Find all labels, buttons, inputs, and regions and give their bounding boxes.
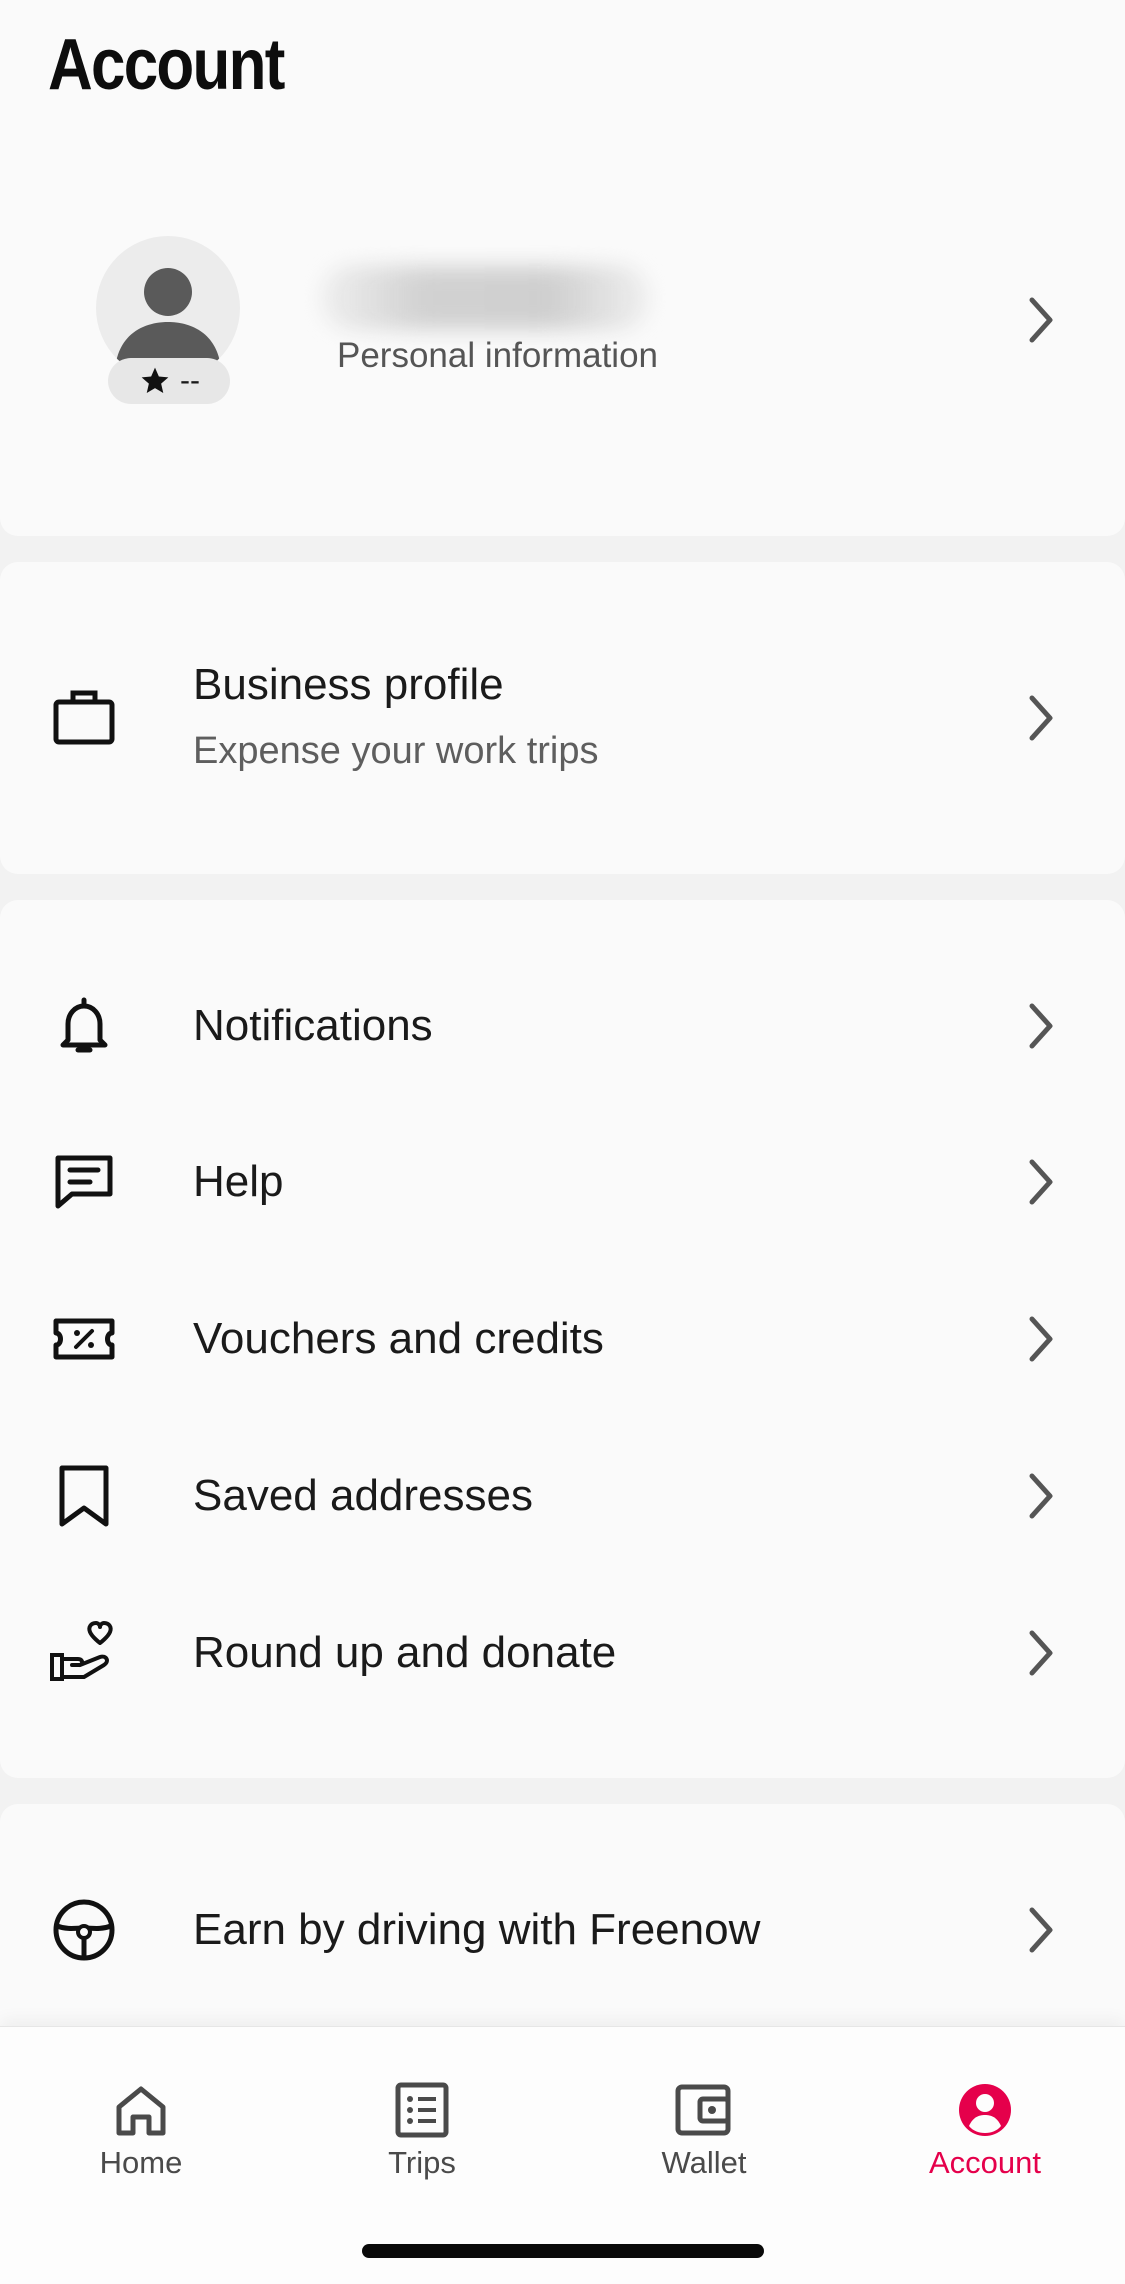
star-icon <box>141 367 169 393</box>
chevron-right-icon <box>1029 1003 1053 1049</box>
chevron-right-icon <box>1029 297 1053 343</box>
briefcase-icon <box>53 690 115 745</box>
rating-value: -- <box>180 364 200 397</box>
chevron-right-icon <box>1029 1473 1053 1519</box>
business-profile-title: Business profile <box>193 660 504 709</box>
menu-item-saved-addresses[interactable]: Saved addresses <box>0 1436 1125 1556</box>
profile-subtitle: Personal information <box>337 336 658 375</box>
donate-hand-heart-icon <box>50 1621 113 1681</box>
header: Account <box>0 0 1125 172</box>
business-profile-subtitle: Expense your work trips <box>193 730 599 772</box>
chat-icon <box>55 1155 113 1209</box>
nav-label: Home <box>99 2145 183 2180</box>
menu-item-notifications[interactable]: Notifications <box>0 966 1125 1086</box>
page-title: Account <box>48 25 285 105</box>
menu-item-label: Vouchers and credits <box>193 1314 604 1363</box>
nav-label: Account <box>928 2145 1041 2180</box>
menu-item-help[interactable]: Help <box>0 1122 1125 1242</box>
nav-label: Wallet <box>661 2145 747 2180</box>
home-indicator[interactable] <box>362 2244 764 2258</box>
menu-item-label: Round up and donate <box>193 1628 617 1677</box>
home-icon <box>116 2086 166 2136</box>
bookmark-icon <box>59 1465 109 1527</box>
chevron-right-icon <box>1029 1316 1053 1362</box>
business-profile-card[interactable] <box>0 562 1125 874</box>
account-screen: Account -- Personal information Business… <box>0 0 1125 2284</box>
account-icon <box>959 2084 1011 2136</box>
menu-item-label: Earn by driving with Freenow <box>193 1905 761 1954</box>
bell-icon <box>60 997 108 1053</box>
rating-badge: -- <box>108 358 230 404</box>
user-name-blurred <box>320 266 650 330</box>
chevron-right-icon <box>1029 1630 1053 1676</box>
nav-tab-account[interactable]: Account <box>895 2055 1075 2195</box>
wallet-icon <box>675 2084 731 2136</box>
nav-label: Trips <box>388 2145 456 2180</box>
nav-tab-home[interactable]: Home <box>51 2055 231 2195</box>
chevron-right-icon <box>1029 695 1053 741</box>
menu-item-label: Notifications <box>193 1001 433 1050</box>
list-icon <box>395 2082 449 2138</box>
nav-tab-trips[interactable]: Trips <box>332 2055 512 2195</box>
chevron-right-icon <box>1029 1159 1053 1205</box>
menu-item-round-up-and-donate[interactable]: Round up and donate <box>0 1593 1125 1713</box>
menu-item-vouchers-and-credits[interactable]: Vouchers and credits <box>0 1279 1125 1399</box>
chevron-right-icon <box>1029 1907 1053 1953</box>
menu-item-label: Help <box>193 1157 284 1206</box>
menu-item-earn-by-driving[interactable]: Earn by driving with Freenow <box>0 1870 1125 1990</box>
voucher-icon <box>53 1318 115 1360</box>
menu-item-label: Saved addresses <box>193 1471 533 1520</box>
nav-tab-wallet[interactable]: Wallet <box>614 2055 794 2195</box>
steering-wheel-icon <box>53 1899 115 1961</box>
